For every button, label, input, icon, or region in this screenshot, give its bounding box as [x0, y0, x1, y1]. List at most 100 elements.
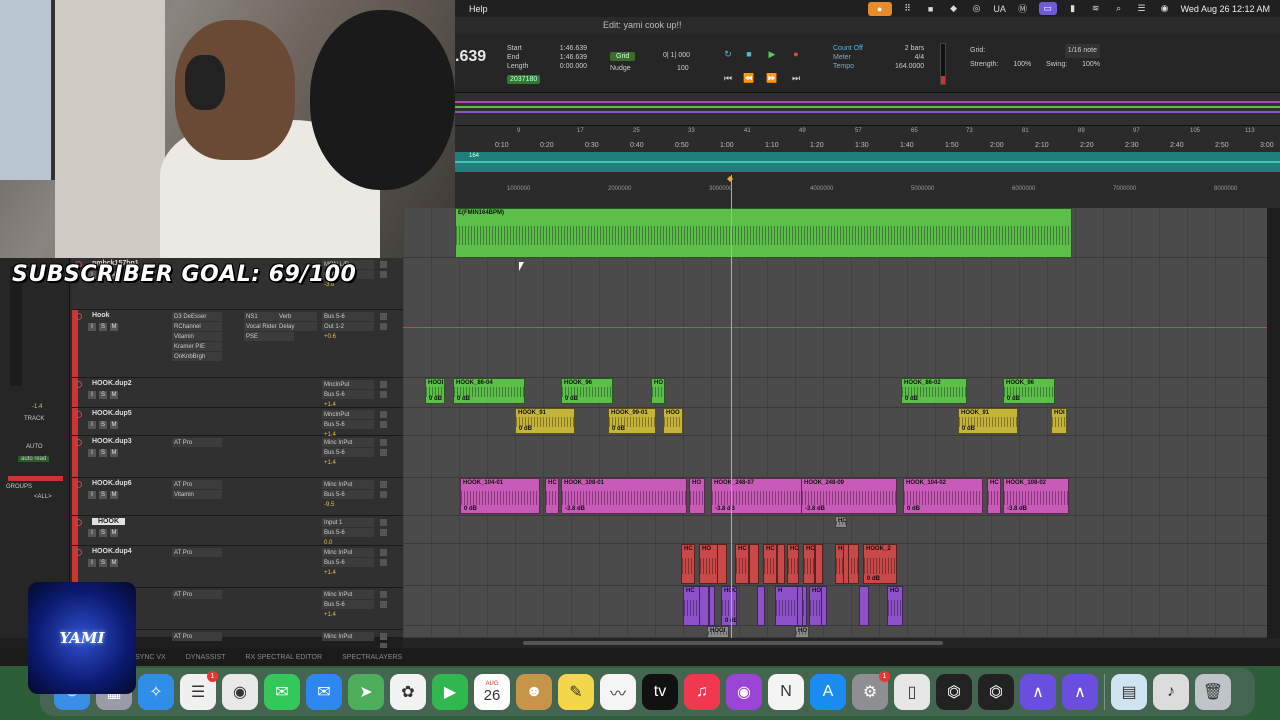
send-slot[interactable]: Delay — [277, 322, 317, 331]
count-off-label[interactable]: Count Off — [833, 44, 863, 53]
playhead[interactable] — [731, 175, 732, 638]
tempo-label[interactable]: Tempo — [833, 62, 863, 71]
row-button[interactable] — [380, 633, 387, 640]
audio-clip[interactable]: HOOK_248-09 -3.8 dB — [801, 478, 897, 514]
fast-forward-icon[interactable]: ⏩ — [764, 72, 780, 84]
ua-connect-icon[interactable]: ⏣ — [936, 674, 972, 710]
input-selector[interactable]: MncInPut — [322, 380, 374, 389]
battery-icon[interactable]: ▮ — [1066, 3, 1080, 14]
rtz-icon[interactable]: ⏮ — [720, 72, 736, 84]
tempo-value[interactable]: 164.0000 — [895, 62, 924, 71]
audio-clip[interactable]: HOOK_108-02 -3.8 dB — [1003, 478, 1069, 514]
audio-clip[interactable] — [797, 586, 803, 626]
trash-icon[interactable]: 🗑 — [1195, 674, 1231, 710]
audio-clip[interactable] — [843, 544, 849, 584]
mute-button[interactable]: M — [110, 391, 118, 399]
volume-value[interactable]: +1.4 — [322, 610, 374, 619]
app-store-icon[interactable]: A — [810, 674, 846, 710]
output-selector[interactable]: Bus 5-6 — [322, 490, 374, 499]
audio-clip[interactable]: HC — [803, 544, 815, 584]
notes-icon[interactable]: ✎ — [558, 674, 594, 710]
audio-clip[interactable]: HC — [787, 544, 799, 584]
record-enable-button[interactable] — [75, 381, 82, 388]
row-button[interactable] — [380, 381, 387, 388]
audio-clip[interactable] — [777, 544, 785, 584]
insert-slot[interactable]: OnKnbBrgh — [172, 352, 222, 361]
audio-clip[interactable]: HOOK_91 0 dB — [515, 408, 575, 434]
solo-button[interactable]: S — [99, 449, 107, 457]
link-icon[interactable]: ◎ — [970, 3, 984, 14]
track-row[interactable]: Hook I S M D3 DeEsser RChannel Vitamin Kramer P… — [72, 310, 403, 378]
swing-value[interactable]: 100% — [1082, 58, 1100, 72]
ua-audio-icon[interactable]: ⏣ — [978, 674, 1014, 710]
audio-clip[interactable]: HC — [735, 544, 749, 584]
row-button[interactable] — [380, 519, 387, 526]
audio-clip[interactable]: HOI — [1051, 408, 1067, 434]
input-monitor-button[interactable]: I — [88, 529, 96, 537]
record-enable-button[interactable] — [75, 411, 82, 418]
insert-slot[interactable]: Vitamin — [172, 332, 222, 341]
auto-mode[interactable]: auto read — [18, 456, 50, 462]
groups-all[interactable]: <ALL> — [34, 494, 52, 500]
audio-clip[interactable] — [821, 586, 827, 626]
input-monitor-button[interactable]: I — [88, 391, 96, 399]
audio-clip[interactable]: HOOK_248-07 -3.8 dB — [711, 478, 807, 514]
control-center-icon[interactable]: ☰ — [1135, 3, 1149, 14]
min-sec-ruler[interactable]: 0:10 0:20 0:30 0:40 0:50 1:00 1:10 1:20 1:30 1:40… — [455, 140, 1280, 152]
plugin-tab[interactable]: SYNC VX — [135, 654, 166, 661]
solo-button[interactable]: S — [99, 421, 107, 429]
input-selector[interactable]: Minc InPut — [322, 438, 374, 447]
audio-clip[interactable]: HOOK_96 0 dB — [561, 378, 613, 404]
record-enable-button[interactable] — [75, 549, 82, 556]
audio-clip[interactable]: HOOK_86-02 0 dB — [901, 378, 967, 404]
edit-timeline[interactable]: E(FMIN164BPM) HOOI 0 dB HOOK_86-04 0 dB HOOK_… — [403, 208, 1267, 638]
insert-slot[interactable]: Vitamin — [172, 490, 222, 499]
apple-tv-icon[interactable]: tv — [642, 674, 678, 710]
insert-slot[interactable]: AT Pro — [172, 548, 222, 557]
row-button[interactable] — [380, 549, 387, 556]
meter-value[interactable]: 4/4 — [895, 53, 924, 62]
row-button[interactable] — [380, 559, 387, 566]
mute-button[interactable]: M — [110, 529, 118, 537]
track-name[interactable]: HOOK.dup5 — [92, 410, 132, 417]
iphone-mirroring-icon[interactable]: ▯ — [894, 674, 930, 710]
solo-button[interactable]: S — [99, 529, 107, 537]
files-icon[interactable]: ▤ — [1111, 674, 1147, 710]
search-icon[interactable]: ⌕ — [1112, 3, 1126, 14]
track-row[interactable]: HOOK.dup6 I S M AT Pro Vitamin Minc InPut Bus 5… — [72, 478, 403, 516]
solo-button[interactable]: S — [99, 323, 107, 331]
row-button[interactable] — [380, 313, 387, 320]
record-enable-button[interactable] — [75, 481, 82, 488]
input-monitor-button[interactable]: I — [88, 323, 96, 331]
row-button[interactable] — [380, 601, 387, 608]
output-selector[interactable]: Bus 5-6 — [322, 528, 374, 537]
stop-icon[interactable]: ■ — [924, 3, 938, 14]
mute-button[interactable]: M — [110, 421, 118, 429]
output-selector[interactable]: Bus 5-6 — [322, 390, 374, 399]
facetime-icon[interactable]: ▶ — [432, 674, 468, 710]
track-row[interactable]: HOOK.dup2 I S M MncInPut Bus 5-6 +1.4 — [72, 378, 403, 408]
input-selector[interactable]: MncInPut — [322, 410, 374, 419]
chrome-icon[interactable]: ◉ — [222, 674, 258, 710]
audio-clip[interactable] — [717, 544, 727, 584]
logic-icon[interactable]: ♪ — [1153, 674, 1189, 710]
record-enable-button[interactable] — [75, 439, 82, 446]
input-selector[interactable]: Minc InPut — [322, 590, 374, 599]
row-button[interactable] — [380, 481, 387, 488]
siri-icon[interactable]: ◉ — [1158, 3, 1172, 14]
input-monitor-button[interactable]: I — [88, 491, 96, 499]
menu-help[interactable]: Help — [469, 4, 488, 14]
plugin-tab[interactable]: RX SPECTRAL EDITOR — [245, 654, 322, 661]
length-value[interactable]: 0:00.000 — [560, 62, 587, 71]
input-monitor-button[interactable]: I — [88, 449, 96, 457]
output-selector[interactable]: Bus 5-6 — [322, 600, 374, 609]
audio-clip[interactable]: HOO — [663, 408, 683, 434]
freeform-icon[interactable]: 〰 — [600, 674, 636, 710]
loop-icon[interactable]: ↻ — [720, 48, 736, 60]
playhead-marker-icon[interactable]: ◆ — [727, 174, 736, 183]
volume-value[interactable]: +1.4 — [322, 568, 374, 577]
audio-clip[interactable]: HO — [887, 586, 903, 626]
track-name[interactable]: HOOK — [92, 518, 125, 525]
safari-icon[interactable]: ✧ — [138, 674, 174, 710]
audio-clip[interactable]: HOOK_108-01 -3.8 dB — [561, 478, 687, 514]
